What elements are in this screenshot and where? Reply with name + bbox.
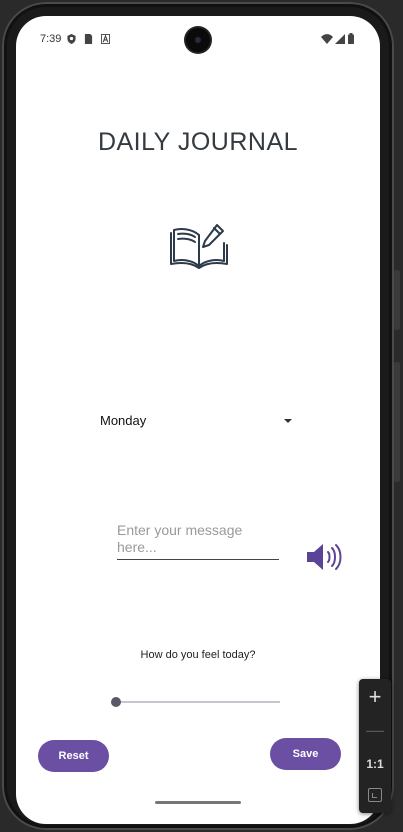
shield-icon [67, 34, 76, 44]
signal-icon [335, 34, 345, 44]
fit-screen-icon[interactable] [359, 780, 391, 810]
zoom-in-button[interactable]: + [359, 682, 391, 712]
message-input[interactable] [117, 522, 279, 560]
front-camera [186, 28, 210, 52]
mood-slider[interactable] [111, 695, 280, 709]
home-indicator[interactable] [155, 801, 241, 804]
wifi-icon [321, 34, 333, 44]
zoom-toolbar: + — 1:1 [359, 679, 391, 813]
reset-button[interactable]: Reset [38, 740, 109, 772]
open-book-pencil-icon [170, 224, 228, 269]
page-title: DAILY JOURNAL [97, 128, 299, 156]
mood-question: How do you feel today? [140, 649, 256, 661]
status-time: 7:39 [40, 33, 62, 45]
speaker-icon[interactable] [306, 542, 344, 572]
power-button[interactable] [394, 270, 400, 330]
sim-icon [84, 34, 93, 44]
zoom-ratio-button[interactable]: 1:1 [359, 749, 391, 779]
battery-icon [348, 33, 354, 44]
status-bar: 7:39 [16, 16, 380, 64]
day-dropdown-value: Monday [100, 413, 147, 428]
zoom-out-button[interactable]: — [359, 715, 391, 745]
slider-thumb[interactable] [111, 697, 121, 707]
font-icon [101, 34, 110, 44]
app-screen: 7:39 DAILY JOURNAL Monday Enter your mes… [16, 16, 380, 824]
slider-track [116, 701, 280, 703]
volume-rocker[interactable] [394, 362, 400, 482]
chevron-down-icon [284, 419, 292, 423]
save-button[interactable]: Save [270, 738, 341, 770]
day-dropdown[interactable]: Monday [100, 410, 292, 432]
